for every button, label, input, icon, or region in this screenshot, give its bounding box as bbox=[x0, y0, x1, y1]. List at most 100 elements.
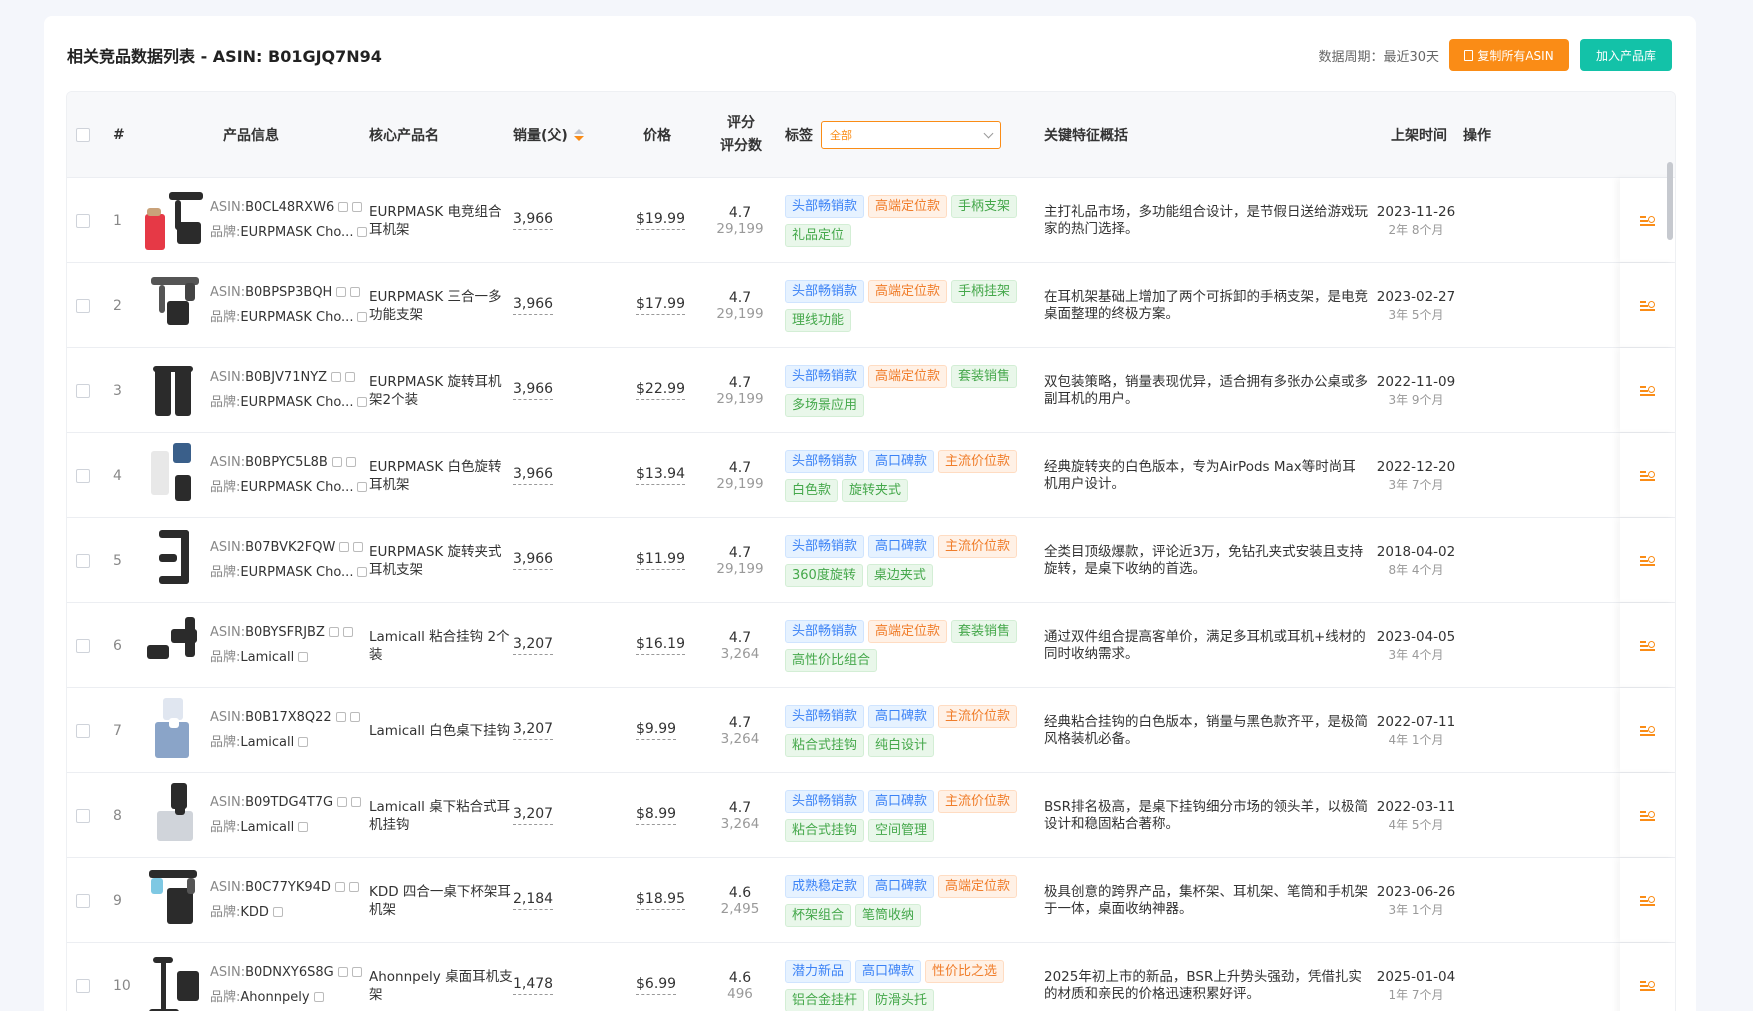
price-value[interactable]: $19.99 bbox=[636, 211, 685, 230]
price-value[interactable]: $9.99 bbox=[636, 721, 677, 740]
asin-value[interactable]: B0B17X8Q22 bbox=[245, 710, 332, 725]
external-link-icon[interactable] bbox=[348, 882, 359, 892]
external-link-icon[interactable] bbox=[349, 712, 360, 722]
analyze-icon[interactable] bbox=[1640, 385, 1655, 396]
row-checkbox[interactable] bbox=[76, 553, 90, 568]
sales-value[interactable]: 3,966 bbox=[513, 296, 554, 315]
row-checkbox[interactable] bbox=[76, 893, 90, 908]
sales-value[interactable]: 3,966 bbox=[513, 381, 554, 400]
copy-icon[interactable] bbox=[337, 797, 348, 807]
col-sales[interactable]: 销量(父) bbox=[513, 92, 584, 178]
external-link-icon[interactable] bbox=[357, 397, 368, 407]
price-value[interactable]: $6.99 bbox=[636, 976, 677, 995]
row-checkbox[interactable] bbox=[76, 638, 90, 653]
copy-icon[interactable] bbox=[331, 457, 342, 467]
external-link-icon[interactable] bbox=[298, 822, 309, 832]
row-checkbox[interactable] bbox=[76, 383, 90, 398]
brand-value[interactable]: EURPMASK Cho... bbox=[240, 225, 353, 240]
brand-value[interactable]: KDD bbox=[240, 905, 269, 920]
brand-value[interactable]: Lamicall bbox=[240, 820, 294, 835]
sales-value[interactable]: 3,207 bbox=[513, 636, 554, 655]
copy-icon[interactable] bbox=[336, 287, 347, 297]
product-thumbnail[interactable] bbox=[145, 526, 205, 596]
external-link-icon[interactable] bbox=[357, 482, 368, 492]
product-thumbnail[interactable] bbox=[145, 951, 205, 1011]
product-thumbnail[interactable] bbox=[145, 611, 205, 681]
external-link-icon[interactable] bbox=[298, 737, 309, 747]
asin-value[interactable]: B0BYSFRJBZ bbox=[245, 625, 325, 640]
copy-icon[interactable] bbox=[334, 882, 345, 892]
brand-value[interactable]: EURPMASK Cho... bbox=[240, 310, 353, 325]
product-thumbnail[interactable] bbox=[145, 441, 205, 511]
analyze-icon[interactable] bbox=[1640, 470, 1655, 481]
copy-icon[interactable] bbox=[338, 202, 349, 212]
price-value[interactable]: $8.99 bbox=[636, 806, 677, 825]
analyze-icon[interactable] bbox=[1640, 895, 1655, 906]
analyze-icon[interactable] bbox=[1640, 980, 1655, 991]
brand-value[interactable]: Lamicall bbox=[240, 650, 294, 665]
external-link-icon[interactable] bbox=[353, 542, 364, 552]
external-link-icon[interactable] bbox=[351, 797, 362, 807]
brand-value[interactable]: Lamicall bbox=[240, 735, 294, 750]
product-thumbnail[interactable] bbox=[145, 356, 205, 426]
product-thumbnail[interactable] bbox=[145, 186, 205, 256]
sales-value[interactable]: 3,207 bbox=[513, 806, 554, 825]
external-link-icon[interactable] bbox=[357, 227, 368, 237]
product-thumbnail[interactable] bbox=[145, 866, 205, 936]
external-link-icon[interactable] bbox=[352, 202, 363, 212]
external-link-icon[interactable] bbox=[357, 567, 368, 577]
sales-value[interactable]: 1,478 bbox=[513, 976, 554, 995]
external-link-icon[interactable] bbox=[345, 457, 356, 467]
price-value[interactable]: $16.19 bbox=[636, 636, 685, 655]
asin-value[interactable]: B0CL48RXW6 bbox=[245, 200, 334, 215]
analyze-icon[interactable] bbox=[1640, 555, 1655, 566]
external-link-icon[interactable] bbox=[272, 907, 283, 917]
copy-icon[interactable] bbox=[337, 967, 348, 977]
price-value[interactable]: $22.99 bbox=[636, 381, 685, 400]
external-link-icon[interactable] bbox=[342, 627, 353, 637]
price-value[interactable]: $11.99 bbox=[636, 551, 685, 570]
row-checkbox[interactable] bbox=[76, 808, 90, 823]
sales-value[interactable]: 3,966 bbox=[513, 211, 554, 230]
row-checkbox[interactable] bbox=[76, 978, 90, 993]
brand-value[interactable]: EURPMASK Cho... bbox=[240, 395, 353, 410]
external-link-icon[interactable] bbox=[345, 372, 356, 382]
asin-value[interactable]: B0BJV71NYZ bbox=[245, 370, 327, 385]
price-value[interactable]: $18.95 bbox=[636, 891, 685, 910]
select-all-checkbox[interactable] bbox=[76, 128, 90, 142]
brand-value[interactable]: Ahonnpely bbox=[240, 990, 309, 1005]
brand-value[interactable]: EURPMASK Cho... bbox=[240, 565, 353, 580]
analyze-icon[interactable] bbox=[1640, 725, 1655, 736]
copy-asin-button[interactable]: 复制所有ASIN bbox=[1449, 39, 1569, 71]
asin-value[interactable]: B0BPYC5L8B bbox=[245, 455, 328, 470]
analyze-icon[interactable] bbox=[1640, 215, 1655, 226]
copy-icon[interactable] bbox=[339, 542, 350, 552]
external-link-icon[interactable] bbox=[350, 287, 361, 297]
row-checkbox[interactable] bbox=[76, 468, 90, 483]
product-thumbnail[interactable] bbox=[145, 781, 205, 851]
copy-icon[interactable] bbox=[331, 372, 342, 382]
row-checkbox[interactable] bbox=[76, 213, 90, 228]
analyze-icon[interactable] bbox=[1640, 300, 1655, 311]
external-link-icon[interactable] bbox=[351, 967, 362, 977]
asin-value[interactable]: B07BVK2FQW bbox=[245, 540, 335, 555]
row-checkbox[interactable] bbox=[76, 723, 90, 738]
copy-icon[interactable] bbox=[328, 627, 339, 637]
sort-icon[interactable] bbox=[573, 129, 584, 141]
external-link-icon[interactable] bbox=[357, 312, 368, 322]
sales-value[interactable]: 2,184 bbox=[513, 891, 554, 910]
asin-value[interactable]: B0C77YK94D bbox=[245, 880, 331, 895]
asin-value[interactable]: B09TDG4T7G bbox=[245, 795, 333, 810]
copy-icon[interactable] bbox=[335, 712, 346, 722]
tag-filter-select[interactable]: 全部 bbox=[821, 121, 1001, 149]
analyze-icon[interactable] bbox=[1640, 640, 1655, 651]
asin-value[interactable]: B0DNXY6S8G bbox=[245, 965, 334, 980]
asin-value[interactable]: B0BPSP3BQH bbox=[245, 285, 332, 300]
add-to-library-button[interactable]: 加入产品库 bbox=[1580, 39, 1672, 71]
product-thumbnail[interactable] bbox=[145, 696, 205, 766]
sales-value[interactable]: 3,966 bbox=[513, 551, 554, 570]
analyze-icon[interactable] bbox=[1640, 810, 1655, 821]
vertical-scrollbar[interactable] bbox=[1667, 162, 1673, 240]
external-link-icon[interactable] bbox=[298, 652, 309, 662]
external-link-icon[interactable] bbox=[313, 992, 324, 1002]
